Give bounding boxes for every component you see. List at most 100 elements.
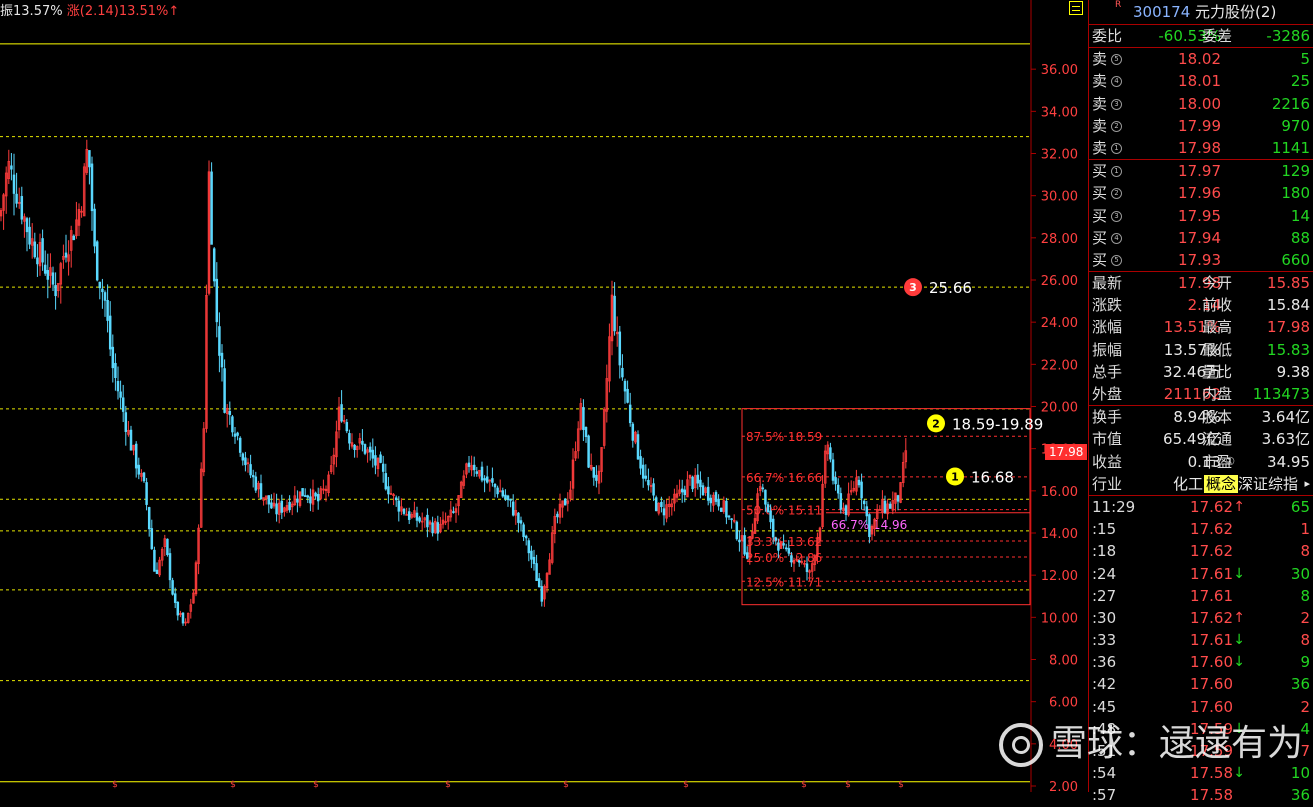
candle-body (683, 489, 687, 496)
y-tick-label: 36.00 (1041, 63, 1078, 78)
stock-header[interactable]: R 300174 元力股份(2) (1089, 0, 1313, 25)
sell-row[interactable]: 卖 4 18.01 25 (1089, 70, 1313, 92)
candle-body (504, 494, 507, 500)
event-marker: $ (230, 780, 236, 790)
candle-body (782, 543, 785, 546)
tick-row: :27 17.61 8 (1092, 586, 1310, 605)
candle-body (509, 498, 512, 501)
candlestick-chart[interactable]: 2.004.006.008.0010.0012.0014.0016.0018.0… (0, 0, 1088, 792)
buy-row[interactable]: 买 5 17.93 660 (1089, 249, 1313, 271)
quote-panel: R 300174 元力股份(2) 委比 -60.53% 委差 -3286 卖51… (1088, 0, 1313, 804)
buy-row[interactable]: 买 4 17.94 88 (1089, 227, 1313, 249)
candle-body (10, 165, 13, 170)
candle-body (114, 363, 117, 379)
candle-body (106, 300, 109, 321)
candle-body (769, 510, 772, 523)
candle-body (345, 422, 349, 432)
quote-row: 总手 32.46万 量比 9.38 (1092, 362, 1310, 381)
candle-body (730, 518, 733, 521)
candle-body (491, 478, 494, 483)
price-callouts: 3 25.66 2 18.59-19.89 1 16.68 (904, 278, 1043, 486)
industry-row[interactable]: 行业 化工 概念 深证综指 ▸ (1089, 473, 1313, 496)
candle-body (316, 494, 320, 502)
y-tick-label: 2.00 (1049, 780, 1078, 792)
candle-body (787, 548, 791, 554)
candle-body (631, 423, 635, 441)
candle-body (706, 486, 710, 501)
candle-body (582, 407, 585, 430)
candle-body (259, 483, 263, 500)
fib-label: 87.5% 18.59 (746, 430, 822, 444)
candle-body (153, 549, 156, 572)
candle-body (353, 444, 356, 451)
candle-body (784, 547, 788, 550)
sell-row[interactable]: 卖 1 17.98 1141 (1089, 137, 1313, 159)
r-mark: R (1115, 0, 1122, 10)
candle-body (530, 550, 533, 560)
fib-label: 33.3% 13.62 (746, 535, 822, 549)
change-label: 涨 (66, 4, 80, 19)
candle-body (618, 331, 622, 366)
callout-label: 25.66 (929, 279, 972, 297)
candle-body (839, 493, 843, 510)
y-tick-label: 12.00 (1041, 569, 1078, 584)
candle-body (363, 444, 367, 454)
menu-icon[interactable] (1069, 1, 1083, 15)
candle-body (709, 497, 713, 504)
y-tick-label: 30.00 (1041, 190, 1078, 205)
candle-body (878, 509, 882, 511)
candle-body (587, 435, 590, 468)
sell-row[interactable]: 卖 3 18.00 2216 (1089, 93, 1313, 115)
candle-body (639, 456, 642, 469)
y-tick-label: 10.00 (1041, 611, 1078, 626)
buy-row[interactable]: 买 2 17.96 180 (1089, 182, 1313, 204)
tick-row: :57 17.58 36 (1092, 786, 1310, 805)
candle-body (623, 380, 627, 392)
candle-body (517, 512, 520, 523)
sell-book: 卖 5 18.02 5 卖 4 18.01 25 卖 3 18.00 2216 卖 2 17.99 970 卖 1… (1089, 48, 1313, 161)
candle-body (556, 513, 559, 518)
candle-body (725, 500, 728, 518)
candle-body (621, 367, 624, 378)
tick-row: :42 17.60 36 (1092, 675, 1310, 694)
sell-row[interactable]: 卖 2 17.99 970 (1089, 115, 1313, 137)
candle-body (43, 264, 47, 274)
change-value: (2.14) (79, 4, 119, 19)
y-tick-label: 20.00 (1041, 401, 1078, 416)
candle-body (28, 226, 31, 245)
candle-body (764, 489, 767, 505)
candle-body (595, 474, 598, 481)
candle-body (472, 464, 476, 471)
candle-body (72, 235, 76, 241)
candle-body (20, 196, 24, 220)
expand-icon: ▸ (1304, 476, 1310, 490)
candle-body (394, 497, 398, 501)
candle-body (267, 495, 271, 505)
candle-body (485, 476, 489, 483)
candle-body (397, 500, 401, 512)
candle-body (371, 449, 375, 459)
candle-body (25, 218, 29, 233)
buy-row[interactable]: 买 1 17.97 129 (1089, 160, 1313, 182)
sell-row[interactable]: 卖 5 18.02 5 (1089, 48, 1313, 70)
candle-body (244, 457, 247, 466)
candle-body (511, 501, 515, 516)
up-arrow-icon: ↑ (168, 4, 180, 19)
candle-body (883, 500, 887, 513)
candle-body (407, 511, 411, 520)
candle-body (831, 459, 835, 481)
candle-body (374, 455, 377, 466)
candle-body (301, 488, 304, 497)
candle-body (641, 464, 645, 479)
candle-body (137, 464, 141, 475)
candle-body (662, 508, 666, 516)
candle-body (129, 429, 133, 451)
tick-row: :18 17.62 8 (1092, 542, 1310, 561)
candle-body (475, 471, 479, 474)
event-marker: $ (683, 780, 689, 790)
candle-body (220, 352, 224, 368)
candle-body (745, 552, 749, 559)
buy-row[interactable]: 买 3 17.95 14 (1089, 205, 1313, 227)
candle-body (862, 500, 866, 505)
candle-body (738, 539, 741, 543)
